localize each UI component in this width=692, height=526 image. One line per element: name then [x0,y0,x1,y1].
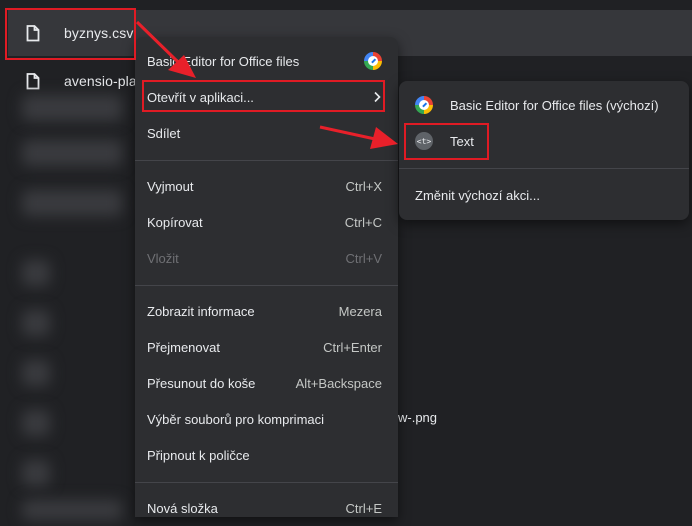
annotation-arrow [319,125,398,149]
annotation-arrow [135,20,196,78]
annotation-arrows [135,20,398,149]
